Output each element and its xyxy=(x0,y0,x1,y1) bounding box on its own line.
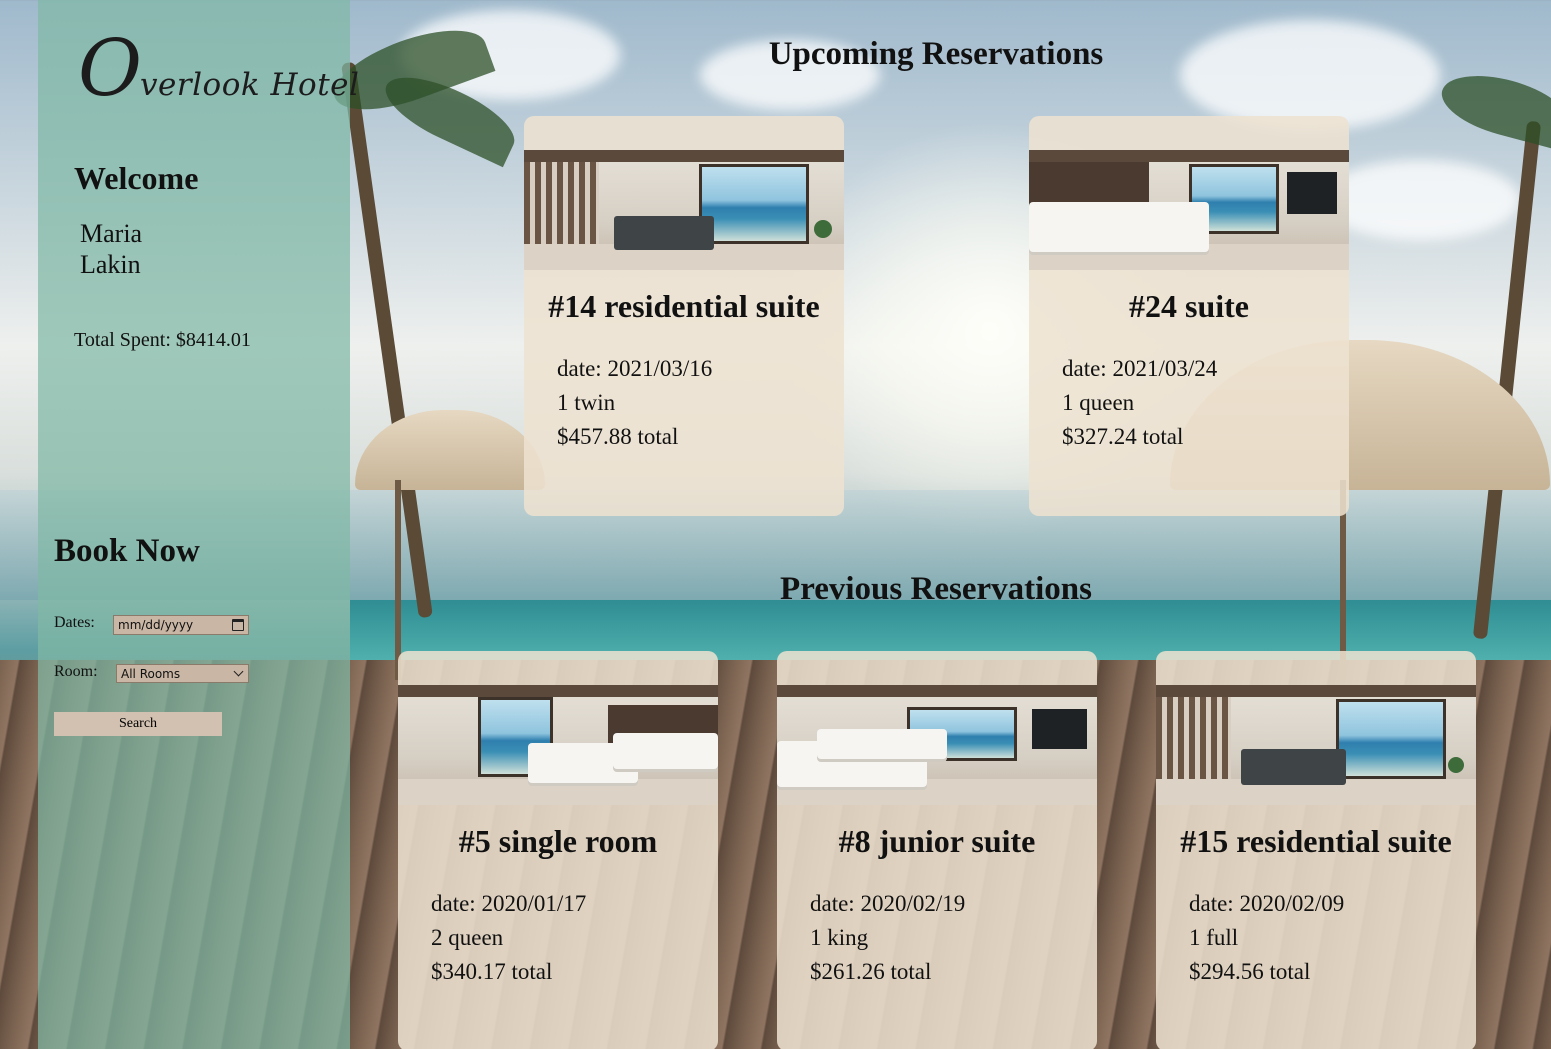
reservation-card[interactable]: #5 single room date: 2020/01/17 2 queen … xyxy=(398,651,718,1049)
bed-info: 2 queen xyxy=(431,925,504,950)
reservation-total: $327.24 total xyxy=(1062,424,1184,449)
user-name: Maria Lakin xyxy=(80,218,200,280)
room-title: #8 junior suite xyxy=(838,823,1036,859)
user-last-name: Lakin xyxy=(80,250,141,279)
reservation-date: date: 2020/01/17 xyxy=(431,891,587,916)
book-now-heading: Book Now xyxy=(54,533,200,569)
room-select-value: All Rooms xyxy=(121,666,181,681)
user-first-name: Maria xyxy=(80,219,143,248)
chevron-down-icon xyxy=(233,666,244,677)
sidebar: O verlook Hotel Welcome Maria Lakin Tota… xyxy=(38,0,359,1049)
reservation-total: $294.56 total xyxy=(1189,959,1311,984)
room-title: #14 residential suite xyxy=(548,288,820,324)
reservation-card[interactable]: #24 suite date: 2021/03/24 1 queen $327.… xyxy=(1029,116,1349,516)
reservation-date: date: 2020/02/19 xyxy=(810,891,966,916)
reservation-details: date: 2021/03/16 1 twin $457.88 total xyxy=(557,352,712,454)
reservation-total: $457.88 total xyxy=(557,424,679,449)
reservation-card[interactable]: #14 residential suite date: 2021/03/16 1… xyxy=(524,116,844,516)
date-placeholder: mm/dd/yyyy xyxy=(118,618,194,632)
reservation-details: date: 2021/03/24 1 queen $327.24 total xyxy=(1062,352,1217,454)
bed-info: 1 twin xyxy=(557,390,616,415)
room-photo xyxy=(1156,685,1476,805)
bed-info: 1 full xyxy=(1189,925,1239,950)
reservation-total: $340.17 total xyxy=(431,959,553,984)
reservation-details: date: 2020/01/17 2 queen $340.17 total xyxy=(431,887,586,989)
total-spent: Total Spent: $8414.01 xyxy=(74,329,251,351)
dates-label: Dates: xyxy=(54,614,95,631)
reservation-date: date: 2021/03/16 xyxy=(557,356,713,381)
reservation-total: $261.26 total xyxy=(810,959,932,984)
reservation-date: date: 2021/03/24 xyxy=(1062,356,1218,381)
room-title: #5 single room xyxy=(458,823,658,859)
bed-info: 1 queen xyxy=(1062,390,1135,415)
search-button[interactable]: Search xyxy=(54,712,222,736)
logo-initial: O xyxy=(78,24,142,114)
room-photo xyxy=(524,150,844,270)
room-title: #15 residential suite xyxy=(1180,823,1452,859)
reservation-card[interactable]: #15 residential suite date: 2020/02/09 1… xyxy=(1156,651,1476,1049)
room-title: #24 suite xyxy=(1129,288,1249,324)
room-type-select[interactable]: All Rooms xyxy=(116,664,249,683)
room-photo xyxy=(1029,150,1349,270)
reservation-date: date: 2020/02/09 xyxy=(1189,891,1345,916)
reservation-card[interactable]: #8 junior suite date: 2020/02/19 1 king … xyxy=(777,651,1097,1049)
reservation-details: date: 2020/02/19 1 king $261.26 total xyxy=(810,887,965,989)
hotel-logo: O verlook Hotel xyxy=(78,30,359,108)
date-input[interactable]: mm/dd/yyyy xyxy=(113,615,249,635)
calendar-icon[interactable] xyxy=(232,619,244,631)
room-photo xyxy=(777,685,1097,805)
room-photo xyxy=(398,685,718,805)
previous-reservations-heading: Previous Reservations xyxy=(780,571,1092,607)
room-label: Room: xyxy=(54,663,98,680)
reservation-details: date: 2020/02/09 1 full $294.56 total xyxy=(1189,887,1344,989)
upcoming-reservations-heading: Upcoming Reservations xyxy=(768,36,1104,72)
bed-info: 1 king xyxy=(810,925,869,950)
logo-text: verlook Hotel xyxy=(139,67,360,103)
welcome-heading: Welcome xyxy=(74,160,199,196)
